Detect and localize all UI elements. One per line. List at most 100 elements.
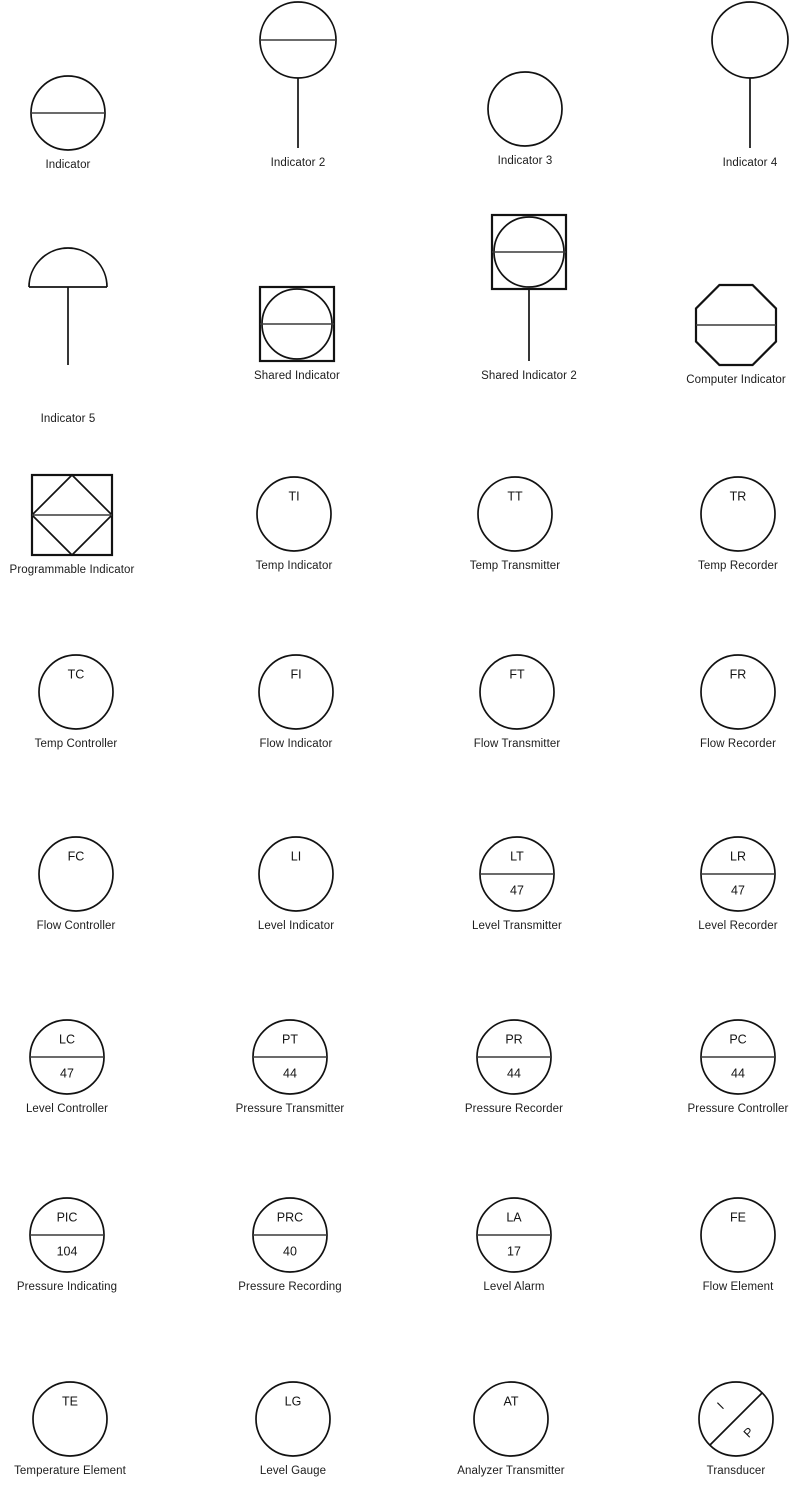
symbol-glyph-level-gauge: LG <box>255 1381 331 1457</box>
symbol-glyph-pressure-controller: PC 44 <box>700 1019 776 1095</box>
tag-top-level-gauge: LG <box>285 1395 302 1409</box>
symbol-glyph-pressure-recorder: PR 44 <box>476 1019 552 1095</box>
tag-top-pressure-recording: PRC <box>277 1211 303 1225</box>
symbol-transducer[interactable]: I P Transducer <box>695 1378 777 1478</box>
symbol-label-level-gauge: Level Gauge <box>259 1465 327 1477</box>
symbol-indicator-2[interactable]: Indicator 2 <box>256 0 340 170</box>
symbol-indicator-5[interactable]: Indicator 5 <box>25 244 111 426</box>
symbol-glyph-level-transmitter: LT 47 <box>479 836 555 912</box>
symbol-level-recorder[interactable]: LR 47 Level Recorder <box>697 833 779 933</box>
symbol-analyzer-transmitter[interactable]: AT Analyzer Transmitter <box>457 1378 565 1478</box>
tag-bottom-pressure-transmitter: 44 <box>283 1067 297 1081</box>
symbol-indicator[interactable]: Indicator <box>27 72 109 172</box>
symbol-temp-controller[interactable]: TC Temp Controller <box>35 651 117 751</box>
tag-top-level-recorder: LR <box>730 850 746 864</box>
symbol-label-level-recorder: Level Recorder <box>698 920 778 932</box>
symbol-sheet: Indicator Indicator 2 Indicator 3 Indicator… <box>0 0 796 1485</box>
tag-bottom-level-recorder: 47 <box>731 884 745 898</box>
tag-bottom-pressure-controller: 44 <box>731 1067 745 1081</box>
symbol-flow-controller[interactable]: FC Flow Controller <box>35 833 117 933</box>
symbol-label-pressure-transmitter: Pressure Transmitter <box>235 1103 345 1115</box>
symbol-programmable-indicator[interactable]: Programmable Indicator <box>10 471 134 577</box>
symbol-label-pressure-controller: Pressure Controller <box>687 1103 789 1115</box>
tag-top-temp-controller: TC <box>68 668 85 682</box>
symbol-glyph-programmable-indicator <box>30 473 114 557</box>
symbol-level-alarm[interactable]: LA 17 Level Alarm <box>473 1194 555 1294</box>
symbol-glyph-computer-indicator <box>694 283 778 367</box>
tag-bottom-pressure-indicating: 104 <box>57 1245 78 1259</box>
symbol-label-flow-indicator: Flow Indicator <box>259 738 333 750</box>
symbol-temperature-element[interactable]: TE Temperature Element <box>14 1378 126 1478</box>
symbol-label-level-indicator: Level Indicator <box>257 920 335 932</box>
symbol-label-transducer: Transducer <box>706 1465 766 1477</box>
symbol-label-temp-controller: Temp Controller <box>34 738 118 750</box>
symbol-glyph-indicator-4 <box>711 1 789 148</box>
tag-top-pressure-recorder: PR <box>505 1033 522 1047</box>
symbol-glyph-transducer: IP <box>698 1381 774 1457</box>
symbol-shared-indicator[interactable]: Shared Indicator <box>254 283 340 383</box>
symbol-pressure-recorder[interactable]: PR 44 Pressure Recorder <box>465 1016 563 1116</box>
symbol-glyph-temp-indicator: TI <box>256 476 332 552</box>
tag-top-pressure-transmitter: PT <box>282 1033 298 1047</box>
symbol-level-transmitter[interactable]: LT 47 Level Transmitter <box>472 833 562 933</box>
symbol-label-flow-element: Flow Element <box>702 1281 774 1293</box>
symbol-label-indicator: Indicator <box>45 159 91 171</box>
symbol-label-temp-transmitter: Temp Transmitter <box>469 560 561 572</box>
symbol-level-gauge[interactable]: LG Level Gauge <box>252 1378 334 1478</box>
tag-top-level-controller: LC <box>59 1033 75 1047</box>
symbol-glyph-temperature-element: TE <box>32 1381 108 1457</box>
symbol-glyph-flow-controller: FC <box>38 836 114 912</box>
symbol-label-flow-recorder: Flow Recorder <box>699 738 777 750</box>
symbol-label-indicator-2: Indicator 2 <box>270 157 326 169</box>
symbol-glyph-level-alarm: LA 17 <box>476 1197 552 1273</box>
tag-top-pressure-indicating: PIC <box>57 1211 78 1225</box>
symbol-label-flow-transmitter: Flow Transmitter <box>473 738 561 750</box>
symbol-glyph-flow-element: FE <box>700 1197 776 1273</box>
symbol-label-indicator-5: Indicator 5 <box>40 413 96 425</box>
symbol-label-level-transmitter: Level Transmitter <box>472 920 562 932</box>
tag-top-flow-recorder: FR <box>730 668 747 682</box>
symbol-pressure-indicating[interactable]: PIC 104 Pressure Indicating <box>17 1194 117 1294</box>
tag-top-flow-indicator: FI <box>290 668 301 682</box>
tag-bottom-pressure-recorder: 44 <box>507 1067 521 1081</box>
symbol-flow-element[interactable]: FE Flow Element <box>697 1194 779 1294</box>
symbol-shared-indicator-2[interactable]: Shared Indicator 2 <box>481 211 577 383</box>
symbol-label-level-alarm: Level Alarm <box>483 1281 545 1293</box>
symbol-level-controller[interactable]: LC 47 Level Controller <box>26 1016 108 1116</box>
symbol-pressure-recording[interactable]: PRC 40 Pressure Recording <box>238 1194 342 1294</box>
symbol-glyph-flow-recorder: FR <box>700 654 776 730</box>
symbol-flow-indicator[interactable]: FI Flow Indicator <box>255 651 337 751</box>
symbol-label-temperature-element: Temperature Element <box>14 1465 126 1477</box>
symbol-pressure-controller[interactable]: PC 44 Pressure Controller <box>688 1016 788 1116</box>
symbol-computer-indicator[interactable]: Computer Indicator <box>686 281 786 387</box>
symbol-label-indicator-4: Indicator 4 <box>722 157 778 169</box>
symbol-temp-recorder[interactable]: TR Temp Recorder <box>697 473 779 573</box>
symbol-temp-transmitter[interactable]: TT Temp Transmitter <box>470 473 560 573</box>
symbol-glyph-temp-controller: TC <box>38 654 114 730</box>
symbol-glyph-shared-indicator <box>258 285 336 363</box>
symbol-label-shared-indicator-2: Shared Indicator 2 <box>481 370 577 382</box>
tag-top-flow-transmitter: FT <box>509 668 525 682</box>
symbol-label-shared-indicator: Shared Indicator <box>254 370 340 382</box>
tag-bottom-transducer: P <box>741 1425 757 1441</box>
symbol-flow-recorder[interactable]: FR Flow Recorder <box>697 651 779 751</box>
symbol-label-temp-indicator: Temp Indicator <box>255 560 333 572</box>
symbol-temp-indicator[interactable]: TI Temp Indicator <box>253 473 335 573</box>
tag-top-level-indicator: LI <box>291 850 301 864</box>
tag-bottom-level-controller: 47 <box>60 1067 74 1081</box>
symbol-flow-transmitter[interactable]: FT Flow Transmitter <box>473 651 561 751</box>
symbol-pressure-transmitter[interactable]: PT 44 Pressure Transmitter <box>236 1016 344 1116</box>
symbol-label-indicator-3: Indicator 3 <box>497 155 553 167</box>
symbol-glyph-shared-indicator-2 <box>490 213 568 361</box>
symbol-glyph-indicator <box>30 75 106 151</box>
symbol-indicator-3[interactable]: Indicator 3 <box>484 68 566 168</box>
tag-top-temp-indicator: TI <box>288 490 299 504</box>
symbol-glyph-indicator-3 <box>487 71 563 147</box>
symbol-label-pressure-indicating: Pressure Indicating <box>16 1281 118 1293</box>
symbol-glyph-flow-transmitter: FT <box>479 654 555 730</box>
symbol-glyph-temp-transmitter: TT <box>477 476 553 552</box>
tag-bottom-level-transmitter: 47 <box>510 884 524 898</box>
symbol-level-indicator[interactable]: LI Level Indicator <box>255 833 337 933</box>
symbol-glyph-pressure-indicating: PIC 104 <box>29 1197 105 1273</box>
symbol-indicator-4[interactable]: Indicator 4 <box>708 0 792 170</box>
